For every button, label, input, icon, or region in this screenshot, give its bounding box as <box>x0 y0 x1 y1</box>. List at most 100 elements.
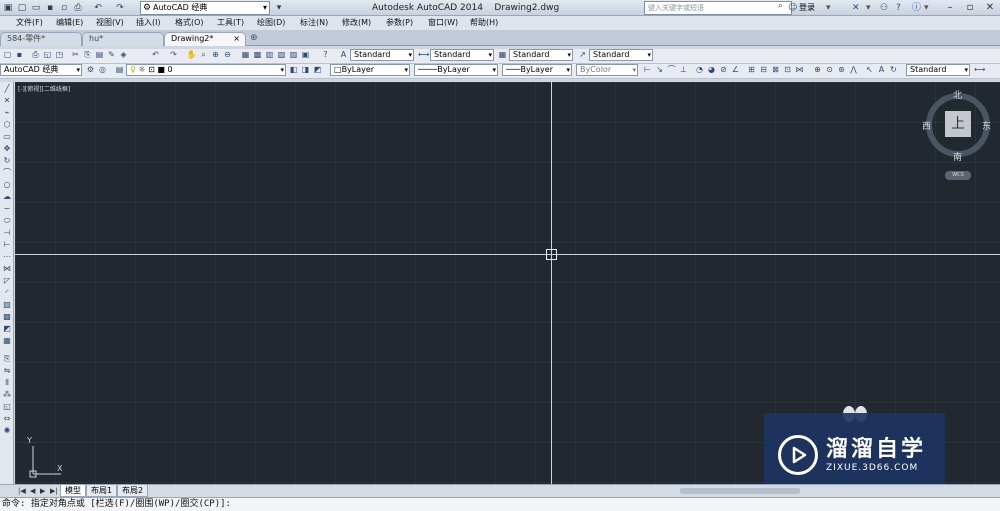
undo-icon[interactable]: ↶ <box>92 2 104 14</box>
save-icon[interactable]: ▪ <box>14 49 25 60</box>
polyline-icon[interactable]: ⌁ <box>2 108 12 118</box>
layer-state-icon[interactable]: ◩ <box>312 64 323 75</box>
viewcube-east[interactable]: 东 <box>982 119 991 132</box>
next-layout-icon[interactable]: ▶ <box>40 486 45 496</box>
connect-icon[interactable]: ⚇ <box>880 2 888 14</box>
login-button[interactable]: 登录 <box>799 2 815 14</box>
markup-icon[interactable]: ▨ <box>288 49 299 60</box>
quick-access-dropdown[interactable]: ▾ <box>273 2 285 14</box>
cut-icon[interactable]: ✂ <box>70 49 81 60</box>
layer-select[interactable]: ♀ ☼ ⊡ ■ 0 ▾ <box>126 64 286 76</box>
dim-text-edit-icon[interactable]: A <box>876 64 887 75</box>
inspect-icon[interactable]: ⊛ <box>836 64 847 75</box>
aligned-dim-icon[interactable]: ↘ <box>654 64 665 75</box>
paste-icon[interactable]: ▤ <box>94 49 105 60</box>
menu-tools[interactable]: 工具(T) <box>217 17 244 29</box>
move-icon[interactable]: ✥ <box>2 144 12 154</box>
print-icon[interactable]: ⎙ <box>72 2 84 14</box>
tab-model[interactable]: 模型 <box>60 485 86 497</box>
dim-style-manager-icon[interactable]: ⟷ <box>974 64 985 75</box>
properties-icon[interactable]: ▦ <box>240 49 251 60</box>
text-style-select[interactable]: Standard ▾ <box>350 49 414 61</box>
publish-icon[interactable]: ◳ <box>54 49 65 60</box>
wcs-menu[interactable]: WCS <box>945 171 971 180</box>
dim-update-icon[interactable]: ↻ <box>888 64 899 75</box>
xline-icon[interactable]: ✕ <box>2 96 12 106</box>
lineweight-select[interactable]: ───ByLayer ▾ <box>502 64 572 76</box>
linetype-select[interactable]: ────ByLayer ▾ <box>414 64 498 76</box>
menu-draw[interactable]: 绘图(D) <box>257 17 285 29</box>
angular-dim-icon[interactable]: ∠ <box>730 64 741 75</box>
help-icon[interactable]: ⓘ <box>912 2 921 14</box>
tolerance-icon[interactable]: ⊕ <box>812 64 823 75</box>
explode-icon[interactable]: ✺ <box>2 426 12 436</box>
design-center-icon[interactable]: ▩ <box>252 49 263 60</box>
stretch-icon[interactable]: ⇔ <box>2 414 12 424</box>
search-input[interactable]: 键入关键字或短语 <box>644 1 792 15</box>
plot-icon[interactable]: ⎙ <box>30 49 41 60</box>
workspace-gear-icon[interactable]: ◎ <box>97 64 108 75</box>
search-icon[interactable]: ⌕ <box>778 1 783 11</box>
viewcube-north[interactable]: 北 <box>953 88 962 101</box>
extend-icon[interactable]: ⊢ <box>2 240 12 250</box>
break-icon[interactable]: ⋯ <box>2 252 12 262</box>
save-as-icon[interactable]: ▫ <box>58 2 70 14</box>
circle-icon[interactable]: ○ <box>2 180 12 190</box>
redo-icon[interactable]: ↷ <box>114 2 126 14</box>
hatch-icon[interactable]: ▨ <box>2 300 12 310</box>
arc-icon[interactable]: ⌒ <box>2 168 12 178</box>
open-file-icon[interactable]: ▭ <box>30 2 42 14</box>
viewcube-south[interactable]: 南 <box>953 150 962 163</box>
continue-icon[interactable]: ⊠ <box>770 64 781 75</box>
break-icon[interactable]: ⋈ <box>794 64 805 75</box>
color-select[interactable]: □ByLayer ▾ <box>330 64 410 76</box>
center-mark-icon[interactable]: ⊙ <box>824 64 835 75</box>
array-icon[interactable]: ⁂ <box>2 390 12 400</box>
zoom-realtime-icon[interactable]: ⌕ <box>198 49 209 60</box>
rotate-icon[interactable]: ↻ <box>2 156 12 166</box>
user-icon[interactable]: ☺ <box>788 2 797 14</box>
menu-dimension[interactable]: 标注(N) <box>300 17 328 29</box>
menu-insert[interactable]: 插入(I) <box>136 17 161 29</box>
menu-file[interactable]: 文件(F) <box>16 17 43 29</box>
dim-style-select[interactable]: Standard ▾ <box>430 49 494 61</box>
spline-icon[interactable]: ∽ <box>2 204 12 214</box>
revcloud-icon[interactable]: ☁ <box>2 192 12 202</box>
undo-icon[interactable]: ↶ <box>150 49 161 60</box>
save-icon[interactable]: ▪ <box>44 2 56 14</box>
redo-icon[interactable]: ↷ <box>168 49 179 60</box>
jogged-icon[interactable]: ◕ <box>706 64 717 75</box>
horizontal-scrollbar[interactable] <box>680 488 800 494</box>
pan-icon[interactable]: ✋ <box>186 49 197 60</box>
dim-edit-icon[interactable]: ↖ <box>864 64 875 75</box>
chamfer-icon[interactable]: ◸ <box>2 276 12 286</box>
space-icon[interactable]: ⊡ <box>782 64 793 75</box>
offset-icon[interactable]: ⫴ <box>2 378 12 388</box>
table-icon[interactable]: ▦ <box>2 336 12 346</box>
menu-view[interactable]: 视图(V) <box>96 17 124 29</box>
quick-dim-icon[interactable]: ⊞ <box>746 64 757 75</box>
block-editor-icon[interactable]: ◈ <box>118 49 129 60</box>
viewcube-west[interactable]: 西 <box>922 119 931 132</box>
plotstyle-select[interactable]: ByColor ▾ <box>576 64 638 76</box>
tool-palettes-icon[interactable]: ▥ <box>264 49 275 60</box>
exchange-chevron-icon[interactable]: ▾ <box>866 2 871 14</box>
workspace-settings-icon[interactable]: ⚙ <box>85 64 96 75</box>
polygon-icon[interactable]: ⬡ <box>2 120 12 130</box>
diameter-dim-icon[interactable]: ⊘ <box>718 64 729 75</box>
dim-style-select-2[interactable]: Standard ▾ <box>906 64 970 76</box>
scale-icon[interactable]: ◱ <box>2 402 12 412</box>
viewcube-top-face[interactable]: 上 <box>945 111 971 137</box>
app-menu-icon[interactable]: ▣ <box>2 2 14 14</box>
copy-object-icon[interactable]: ⎘ <box>2 354 12 364</box>
trim-icon[interactable]: ⊣ <box>2 228 12 238</box>
minimize-button[interactable]: – <box>940 0 960 16</box>
ordinate-icon[interactable]: ⊥ <box>678 64 689 75</box>
viewport-controls[interactable]: [-][俯视][二维线框] <box>18 84 70 93</box>
join-icon[interactable]: ⋈ <box>2 264 12 274</box>
baseline-icon[interactable]: ⊟ <box>758 64 769 75</box>
arc-length-icon[interactable]: ⌒ <box>666 64 677 75</box>
preview-icon[interactable]: ◱ <box>42 49 53 60</box>
copy-icon[interactable]: ⎘ <box>82 49 93 60</box>
tab-drawing2[interactable]: Drawing2* × <box>164 32 246 46</box>
